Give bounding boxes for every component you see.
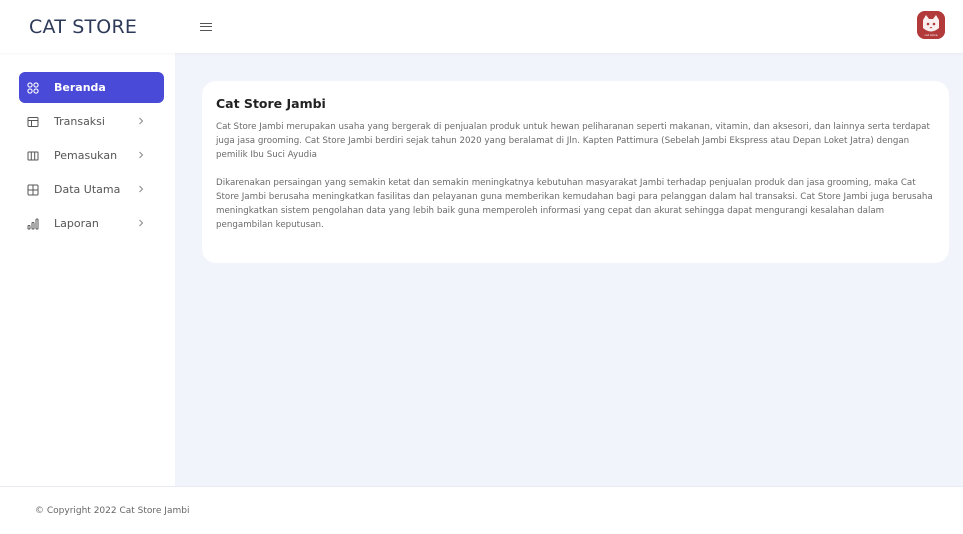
menu-toggle-icon[interactable] (200, 21, 214, 33)
chevron-right-icon (136, 116, 146, 126)
sidebar-item-label: Beranda (54, 81, 106, 94)
sidebar: Beranda Transaksi Pemasukan Data Utama L… (0, 53, 175, 486)
grid-plus-icon (27, 184, 39, 196)
table-icon (27, 116, 39, 128)
brand-logo-text[interactable]: CAT STORE (0, 0, 175, 53)
columns-icon (27, 150, 39, 162)
sidebar-item-label: Data Utama (54, 183, 121, 196)
sidebar-item-beranda[interactable]: Beranda (19, 72, 164, 103)
grid-icon (27, 81, 39, 94)
sidebar-item-label: Transaksi (54, 115, 105, 128)
chevron-right-icon (136, 218, 146, 228)
footer: © Copyright 2022 Cat Store Jambi (0, 486, 963, 534)
sidebar-item-data-utama[interactable]: Data Utama (19, 174, 164, 205)
copyright-text: © Copyright 2022 Cat Store Jambi (35, 505, 190, 516)
chevron-right-icon (136, 150, 146, 160)
top-header: CAT STORE cat store (0, 0, 963, 53)
avatar-caption: cat store (924, 33, 938, 37)
chevron-right-icon (136, 184, 146, 194)
user-avatar[interactable]: cat store (917, 11, 945, 39)
sidebar-item-laporan[interactable]: Laporan (19, 208, 164, 239)
card-title: Cat Store Jambi (216, 96, 326, 111)
app-root: CAT STORE cat store Beranda Transaksi Pe… (0, 0, 963, 534)
sidebar-item-label: Laporan (54, 217, 99, 230)
about-card: Cat Store Jambi Cat Store Jambi merupaka… (202, 81, 949, 263)
sidebar-item-label: Pemasukan (54, 149, 118, 162)
sidebar-item-transaksi[interactable]: Transaksi (19, 106, 164, 137)
sidebar-item-pemasukan[interactable]: Pemasukan (19, 140, 164, 171)
card-paragraph-2: Dikarenakan persaingan yang semakin keta… (216, 178, 933, 230)
bar-chart-icon (27, 218, 39, 230)
card-paragraph-1: Cat Store Jambi merupakan usaha yang ber… (216, 122, 930, 160)
